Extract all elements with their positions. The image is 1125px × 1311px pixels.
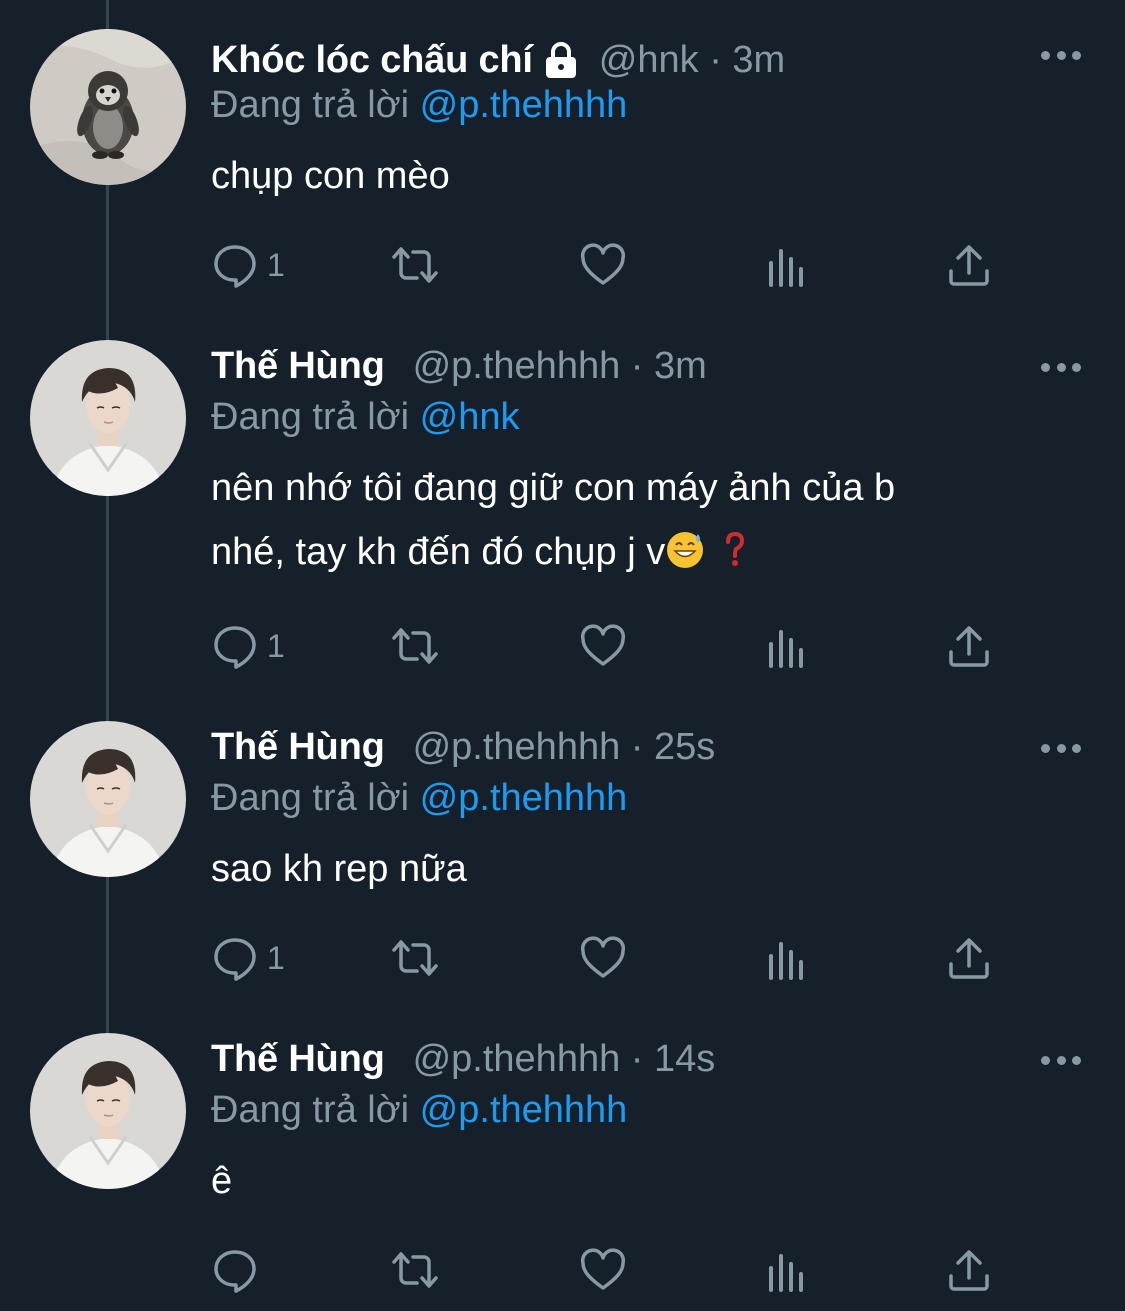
- analytics-button[interactable]: [763, 240, 811, 290]
- display-name[interactable]: Thế Hùng: [211, 345, 385, 388]
- heart-icon: [580, 936, 626, 978]
- analytics-icon: [769, 630, 803, 668]
- reply-count: 1: [267, 939, 285, 976]
- avatar[interactable]: [30, 721, 186, 877]
- mention-link[interactable]: @p.thehhhh: [420, 777, 628, 819]
- user-handle[interactable]: @p.thehhhh · 14s: [413, 1038, 716, 1081]
- reply-button[interactable]: [211, 1245, 267, 1295]
- timestamp: 3m: [654, 344, 707, 387]
- like-button[interactable]: [579, 1245, 627, 1295]
- more-options-icon[interactable]: [1041, 738, 1081, 758]
- tweet-header: Thế Hùng @p.thehhhh · 25s: [211, 722, 715, 772]
- reply-count: 1: [267, 627, 285, 664]
- tweet-text: ê: [211, 1160, 233, 1202]
- person-white-shirt-avatar-icon: [30, 721, 186, 877]
- like-button[interactable]: [579, 240, 627, 290]
- replying-to: Đang trả lời @hnk: [211, 396, 520, 438]
- reply-icon: [214, 626, 256, 669]
- retweet-icon: [392, 940, 438, 976]
- share-button[interactable]: [945, 240, 993, 290]
- retweet-button[interactable]: [391, 1245, 439, 1295]
- reply-icon: [214, 938, 256, 981]
- penguin-plush-avatar-icon: [30, 29, 186, 185]
- replying-to: Đang trả lời @p.thehhhh: [211, 777, 628, 819]
- reply-icon: [214, 245, 256, 288]
- retweet-button[interactable]: [391, 933, 439, 983]
- person-white-shirt-avatar-icon: [30, 1033, 186, 1189]
- timestamp: 3m: [732, 38, 786, 81]
- grinning-sweat-emoji-icon: [665, 526, 705, 590]
- like-button[interactable]: [579, 621, 627, 671]
- more-options-icon[interactable]: [1041, 45, 1081, 65]
- share-icon: [949, 626, 989, 667]
- share-button[interactable]: [945, 933, 993, 983]
- mention-link[interactable]: @hnk: [420, 396, 520, 438]
- user-handle[interactable]: @hnk · 3m: [599, 39, 785, 82]
- reply-button[interactable]: 1: [211, 933, 285, 983]
- avatar[interactable]: [30, 340, 186, 496]
- tweet-text: sao kh rep nữa: [211, 848, 467, 890]
- reply-icon: [214, 1250, 256, 1293]
- analytics-button[interactable]: [763, 621, 811, 671]
- timestamp: 14s: [654, 1037, 716, 1080]
- action-bar: 1: [211, 933, 1001, 983]
- timestamp: 25s: [654, 725, 716, 768]
- analytics-button[interactable]: [763, 933, 811, 983]
- tweet-text: nên nhớ tôi đang giữ con máy ảnh của b n…: [211, 456, 1061, 590]
- tweet-header: Thế Hùng @p.thehhhh · 3m: [211, 341, 707, 391]
- display-name[interactable]: Khóc lóc chấu chí: [211, 39, 533, 82]
- mention-link[interactable]: @p.thehhhh: [420, 84, 628, 126]
- display-name[interactable]: Thế Hùng: [211, 1038, 385, 1081]
- action-bar: 1: [211, 240, 1001, 290]
- retweet-button[interactable]: [391, 240, 439, 290]
- question-mark-emoji-icon: [723, 526, 747, 590]
- display-name[interactable]: Thế Hùng: [211, 726, 385, 769]
- share-icon: [949, 245, 989, 286]
- person-white-shirt-avatar-icon: [30, 340, 186, 496]
- retweet-icon: [392, 628, 438, 664]
- heart-icon: [580, 1248, 626, 1290]
- more-options-icon[interactable]: [1041, 1050, 1081, 1070]
- replying-to: Đang trả lời @p.thehhhh: [211, 1089, 628, 1131]
- tweet-header: Thế Hùng @p.thehhhh · 14s: [211, 1034, 715, 1084]
- reply-count: 1: [267, 246, 285, 283]
- analytics-icon: [769, 249, 803, 287]
- analytics-icon: [769, 1254, 803, 1292]
- analytics-button[interactable]: [763, 1245, 811, 1295]
- lock-icon: [541, 40, 581, 80]
- tweet-text: chụp con mèo: [211, 155, 450, 197]
- share-button[interactable]: [945, 621, 993, 671]
- more-options-icon[interactable]: [1041, 357, 1081, 377]
- heart-icon: [580, 243, 626, 285]
- user-handle[interactable]: @p.thehhhh · 3m: [413, 345, 707, 388]
- action-bar: [211, 1245, 1001, 1295]
- action-bar: 1: [211, 621, 1001, 671]
- mention-link[interactable]: @p.thehhhh: [420, 1089, 628, 1131]
- avatar[interactable]: [30, 29, 186, 185]
- analytics-icon: [769, 942, 803, 980]
- retweet-icon: [392, 247, 438, 283]
- avatar[interactable]: [30, 1033, 186, 1189]
- tweet-header: Khóc lóc chấu chí @hnk · 3m: [211, 35, 785, 85]
- like-button[interactable]: [579, 933, 627, 983]
- share-icon: [949, 938, 989, 979]
- retweet-icon: [392, 1252, 438, 1288]
- share-button[interactable]: [945, 1245, 993, 1295]
- reply-button[interactable]: 1: [211, 621, 285, 671]
- retweet-button[interactable]: [391, 621, 439, 671]
- user-handle[interactable]: @p.thehhhh · 25s: [413, 726, 716, 769]
- reply-button[interactable]: 1: [211, 240, 285, 290]
- replying-to: Đang trả lời @p.thehhhh: [211, 84, 628, 126]
- share-icon: [949, 1250, 989, 1291]
- heart-icon: [580, 624, 626, 666]
